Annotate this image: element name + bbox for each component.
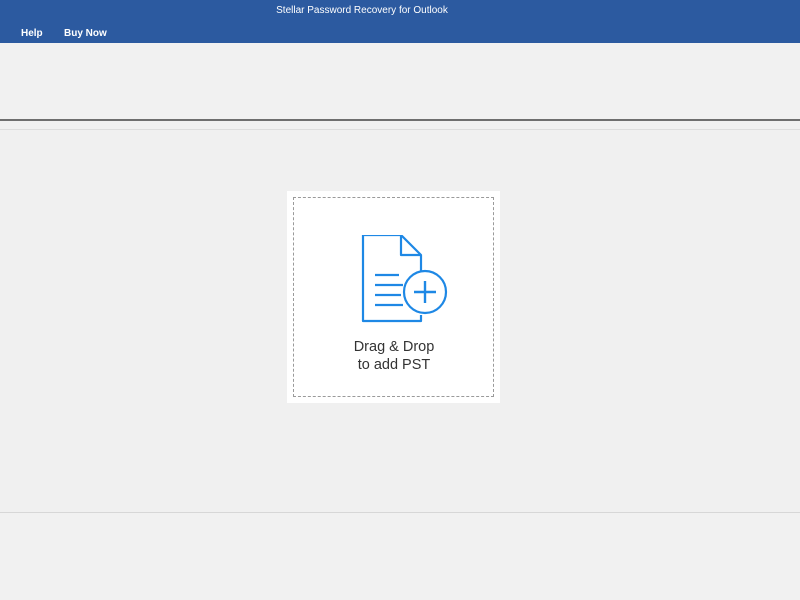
add-file-icon	[361, 235, 448, 323]
toolbar-area	[0, 43, 800, 120]
toolbar-divider	[0, 119, 800, 121]
app-title: Stellar Password Recovery for Outlook	[276, 5, 448, 16]
drop-zone-line-2: to add PST	[357, 357, 431, 373]
status-bar	[0, 513, 800, 600]
drop-zone-label: Drag & Drop to add PST	[294, 338, 494, 374]
drop-zone-border: Drag & Drop to add PST	[293, 197, 494, 397]
drop-zone-line-1: Drag & Drop	[353, 339, 435, 355]
menu-item-help[interactable]: Help	[21, 26, 43, 41]
title-bar: Stellar Password Recovery for Outlook He…	[0, 0, 800, 43]
pst-drop-zone[interactable]: Drag & Drop to add PST	[287, 191, 500, 403]
menu-item-buy-now[interactable]: Buy Now	[64, 26, 107, 41]
